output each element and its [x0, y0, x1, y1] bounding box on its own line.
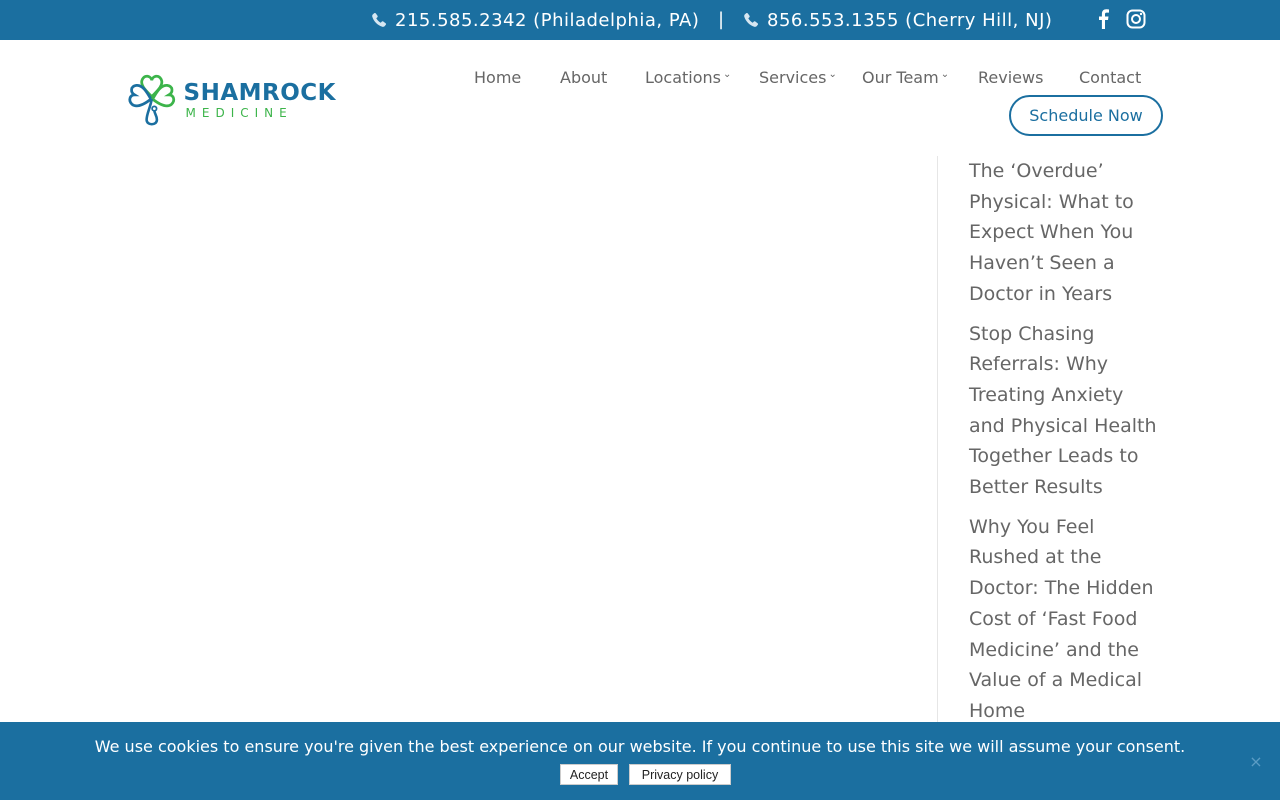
recent-post-link[interactable]: Why You Feel Rushed at the Doctor: The H… — [969, 516, 1154, 722]
shamrock-logo-icon — [128, 74, 176, 126]
nav-locations[interactable]: Locations ⌄ — [645, 68, 731, 87]
list-item[interactable]: Stop Chasing Referrals: Why Treating Anx… — [969, 319, 1159, 503]
phone-icon — [743, 12, 759, 28]
schedule-now-button[interactable]: Schedule Now — [1009, 95, 1163, 136]
recent-post-link[interactable]: The ‘Overdue’ Physical: What to Expect W… — [969, 160, 1134, 305]
cookie-consent-bar: We use cookies to ensure you're given th… — [0, 722, 1280, 800]
cookie-message: We use cookies to ensure you're given th… — [94, 737, 1186, 756]
phone-separator: | — [718, 9, 725, 30]
top-contact-bar: 215.585.2342 (Philadelphia, PA) | 856.55… — [0, 0, 1280, 40]
recent-posts-list: The ‘Overdue’ Physical: What to Expect W… — [969, 156, 1159, 736]
facebook-icon[interactable] — [1092, 8, 1114, 30]
cookie-privacy-policy-button[interactable]: Privacy policy — [629, 764, 731, 785]
site-logo[interactable]: SHAMROCK MEDICINE — [126, 66, 336, 134]
site-header: SHAMROCK MEDICINE Home About Locations ⌄ … — [0, 40, 1280, 156]
nav-contact-label: Contact — [1079, 68, 1142, 87]
nav-services-label: Services — [759, 68, 827, 87]
phone-philadelphia-link[interactable]: 215.585.2342 (Philadelphia, PA) — [371, 0, 699, 40]
nav-contact[interactable]: Contact — [1079, 68, 1141, 87]
logo-name: SHAMROCK — [183, 80, 336, 106]
nav-our-team[interactable]: Our Team ⌄ — [862, 68, 949, 87]
sidebar-recent-posts: The ‘Overdue’ Physical: What to Expect W… — [937, 156, 1167, 736]
phone-cherry-hill-link[interactable]: 856.553.1355 (Cherry Hill, NJ) — [743, 0, 1052, 40]
nav-locations-label: Locations — [645, 68, 722, 87]
nav-our-team-label: Our Team — [862, 68, 939, 87]
cookie-accept-button[interactable]: Accept — [560, 764, 618, 785]
nav-about-label: About — [560, 68, 608, 87]
chevron-down-icon: ⌄ — [828, 69, 837, 80]
close-icon[interactable]: × — [1248, 752, 1264, 771]
instagram-icon[interactable] — [1125, 8, 1147, 30]
nav-services[interactable]: Services ⌄ — [759, 68, 837, 87]
chevron-down-icon: ⌄ — [723, 69, 732, 80]
phone-icon — [371, 12, 387, 28]
nav-home-label: Home — [474, 68, 522, 87]
nav-about[interactable]: About — [560, 68, 607, 87]
phone-philadelphia-text: 215.585.2342 (Philadelphia, PA) — [395, 9, 700, 31]
nav-reviews[interactable]: Reviews — [978, 68, 1043, 87]
nav-reviews-label: Reviews — [978, 68, 1044, 87]
nav-home[interactable]: Home — [474, 68, 521, 87]
phone-cherry-hill-text: 856.553.1355 (Cherry Hill, NJ) — [767, 9, 1053, 31]
logo-wordmark: SHAMROCK MEDICINE — [184, 80, 336, 120]
recent-post-link[interactable]: Stop Chasing Referrals: Why Treating Anx… — [969, 323, 1157, 499]
chevron-down-icon: ⌄ — [940, 69, 950, 80]
list-item[interactable]: The ‘Overdue’ Physical: What to Expect W… — [969, 156, 1159, 310]
list-item[interactable]: Why You Feel Rushed at the Doctor: The H… — [969, 512, 1159, 727]
logo-subtitle: MEDICINE — [185, 106, 293, 120]
